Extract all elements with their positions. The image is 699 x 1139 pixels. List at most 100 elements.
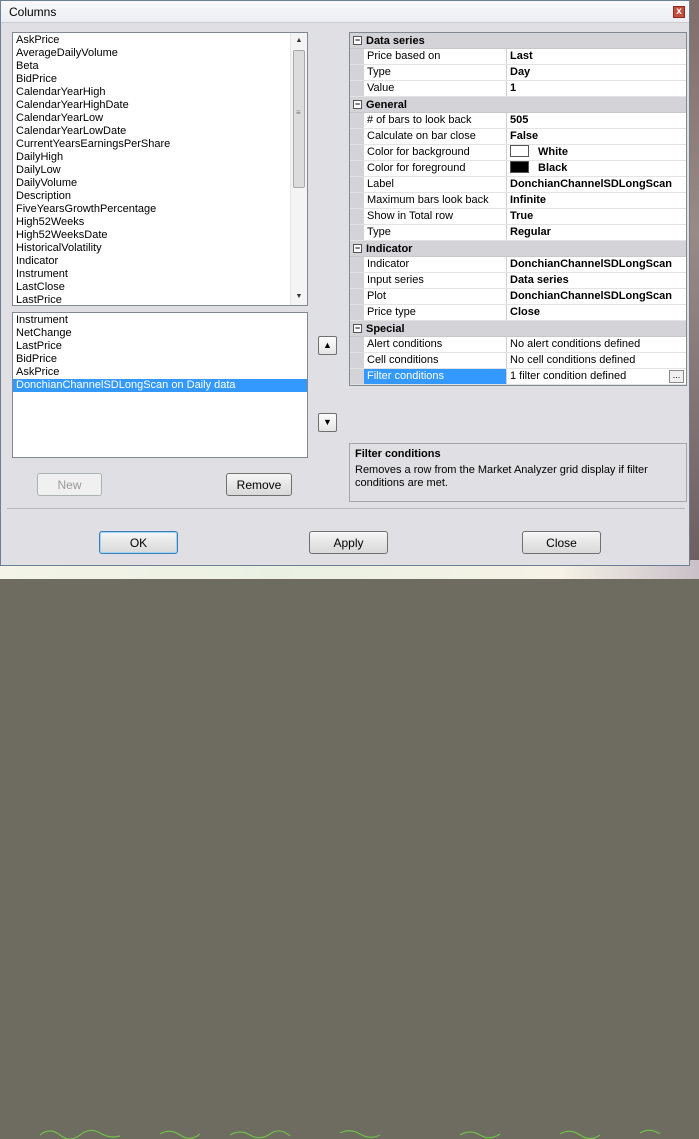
property-name: Color for foreground [364, 161, 507, 176]
available-column-item[interactable]: CalendarYearLow [13, 112, 307, 125]
scroll-down-icon[interactable]: ▼ [291, 289, 307, 305]
property-row-filter-conditions[interactable]: Filter conditions 1 filter condition def… [350, 369, 686, 385]
property-row[interactable]: Input series Data series [350, 273, 686, 289]
title-bar: Columns x [1, 1, 689, 23]
property-name: Plot [364, 289, 507, 304]
available-column-item[interactable]: LastClose [13, 281, 307, 294]
property-value[interactable]: 505 [507, 113, 686, 128]
property-value[interactable]: True [507, 209, 686, 224]
property-value[interactable]: DonchianChannelSDLongScan [507, 177, 686, 192]
property-row-color-foreground[interactable]: Color for foreground Black [350, 161, 686, 177]
selected-column-item[interactable]: DonchianChannelSDLongScan on Daily data [13, 379, 307, 392]
property-row-calc-on-close[interactable]: Calculate on bar close False [350, 129, 686, 145]
property-row-bars-lookback[interactable]: # of bars to look back 505 [350, 113, 686, 129]
property-value[interactable]: Last [507, 49, 686, 64]
property-value[interactable]: Regular [507, 225, 686, 240]
scroll-up-icon[interactable]: ▲ [291, 33, 307, 49]
row-gutter [350, 177, 364, 192]
available-column-item[interactable]: CurrentYearsEarningsPerShare [13, 138, 307, 151]
color-name: Black [538, 162, 568, 174]
property-value[interactable]: No cell conditions defined [507, 353, 686, 368]
selected-columns-list[interactable]: Instrument NetChange LastPrice BidPrice AskP… [12, 312, 308, 458]
property-value[interactable]: No alert conditions defined [507, 337, 686, 352]
selected-column-item[interactable]: Instrument [13, 314, 307, 327]
property-row-type[interactable]: Type Regular [350, 225, 686, 241]
collapse-icon[interactable]: − [353, 244, 362, 253]
available-column-item[interactable]: CalendarYearLowDate [13, 125, 307, 138]
available-column-item[interactable]: Description [13, 190, 307, 203]
close-icon[interactable]: x [673, 6, 685, 18]
available-column-item[interactable]: DailyHigh [13, 151, 307, 164]
ok-button[interactable]: OK [99, 531, 178, 554]
category-general[interactable]: − General [350, 97, 686, 113]
property-row[interactable]: Price based on Last [350, 49, 686, 65]
property-row[interactable]: Indicator DonchianChannelSDLongScan [350, 257, 686, 273]
description-title: Filter conditions [355, 448, 441, 460]
available-column-item[interactable]: Indicator [13, 255, 307, 268]
selected-column-item[interactable]: BidPrice [13, 353, 307, 366]
available-column-item[interactable]: High52WeeksDate [13, 229, 307, 242]
collapse-icon[interactable]: − [353, 324, 362, 333]
collapse-icon[interactable]: − [353, 100, 362, 109]
available-column-item[interactable]: BidPrice [13, 73, 307, 86]
remove-button[interactable]: Remove [226, 473, 292, 496]
move-down-icon[interactable]: ▼ [318, 413, 337, 432]
category-special[interactable]: − Special [350, 321, 686, 337]
category-indicator[interactable]: − Indicator [350, 241, 686, 257]
available-column-item[interactable]: High52Weeks [13, 216, 307, 229]
property-value[interactable]: Infinite [507, 193, 686, 208]
property-row[interactable]: Plot DonchianChannelSDLongScan [350, 289, 686, 305]
property-value[interactable]: White [507, 145, 686, 160]
available-column-item[interactable]: AverageDailyVolume [13, 47, 307, 60]
property-name: Maximum bars look back [364, 193, 507, 208]
property-value[interactable]: 1 filter condition defined ... [507, 369, 686, 384]
available-column-item[interactable]: FiveYearsGrowthPercentage [13, 203, 307, 216]
available-column-item[interactable]: LastPrice [13, 294, 307, 305]
property-value[interactable]: Data series [507, 273, 686, 288]
scrollbar-thumb[interactable]: ≡ [293, 50, 305, 188]
category-label: Indicator [366, 243, 413, 255]
available-columns-scrollbar[interactable]: ▲ ≡ ▼ [290, 33, 307, 305]
ellipsis-button[interactable]: ... [669, 370, 684, 383]
available-column-item[interactable]: CalendarYearHighDate [13, 99, 307, 112]
collapse-icon[interactable]: − [353, 36, 362, 45]
property-value[interactable]: Black [507, 161, 686, 176]
property-name: Filter conditions [364, 369, 507, 384]
available-column-item[interactable]: CalendarYearHigh [13, 86, 307, 99]
available-column-item[interactable]: Beta [13, 60, 307, 73]
property-row-show-total[interactable]: Show in Total row True [350, 209, 686, 225]
property-value[interactable]: Close [507, 305, 686, 320]
property-name: Cell conditions [364, 353, 507, 368]
available-column-item[interactable]: HistoricalVolatility [13, 242, 307, 255]
row-gutter [350, 49, 364, 64]
property-row-color-background[interactable]: Color for background White [350, 145, 686, 161]
apply-button[interactable]: Apply [309, 531, 388, 554]
close-button[interactable]: Close [522, 531, 601, 554]
row-gutter [350, 81, 364, 96]
property-value[interactable]: Day [507, 65, 686, 80]
property-value[interactable]: False [507, 129, 686, 144]
available-columns-list[interactable]: AskPrice AverageDailyVolume Beta BidPrice Ca… [12, 32, 308, 306]
property-value[interactable]: DonchianChannelSDLongScan [507, 257, 686, 272]
available-column-item[interactable]: DailyLow [13, 164, 307, 177]
property-row-alert-conditions[interactable]: Alert conditions No alert conditions def… [350, 337, 686, 353]
available-column-item[interactable]: DailyVolume [13, 177, 307, 190]
property-row-max-bars[interactable]: Maximum bars look back Infinite [350, 193, 686, 209]
property-row-cell-conditions[interactable]: Cell conditions No cell conditions defin… [350, 353, 686, 369]
new-button[interactable]: New [37, 473, 102, 496]
available-column-item[interactable]: Instrument [13, 268, 307, 281]
category-data-series[interactable]: − Data series [350, 33, 686, 49]
move-up-icon[interactable]: ▲ [318, 336, 337, 355]
property-value[interactable]: 1 [507, 81, 686, 96]
property-row[interactable]: Price type Close [350, 305, 686, 321]
property-row-label[interactable]: Label DonchianChannelSDLongScan [350, 177, 686, 193]
selected-column-item[interactable]: NetChange [13, 327, 307, 340]
selected-column-item[interactable]: LastPrice [13, 340, 307, 353]
selected-column-item[interactable]: AskPrice [13, 366, 307, 379]
property-row[interactable]: Value 1 [350, 81, 686, 97]
grip-icon: ≡ [296, 108, 301, 117]
property-row[interactable]: Type Day [350, 65, 686, 81]
property-name: Type [364, 225, 507, 240]
property-value[interactable]: DonchianChannelSDLongScan [507, 289, 686, 304]
available-column-item[interactable]: AskPrice [13, 34, 307, 47]
